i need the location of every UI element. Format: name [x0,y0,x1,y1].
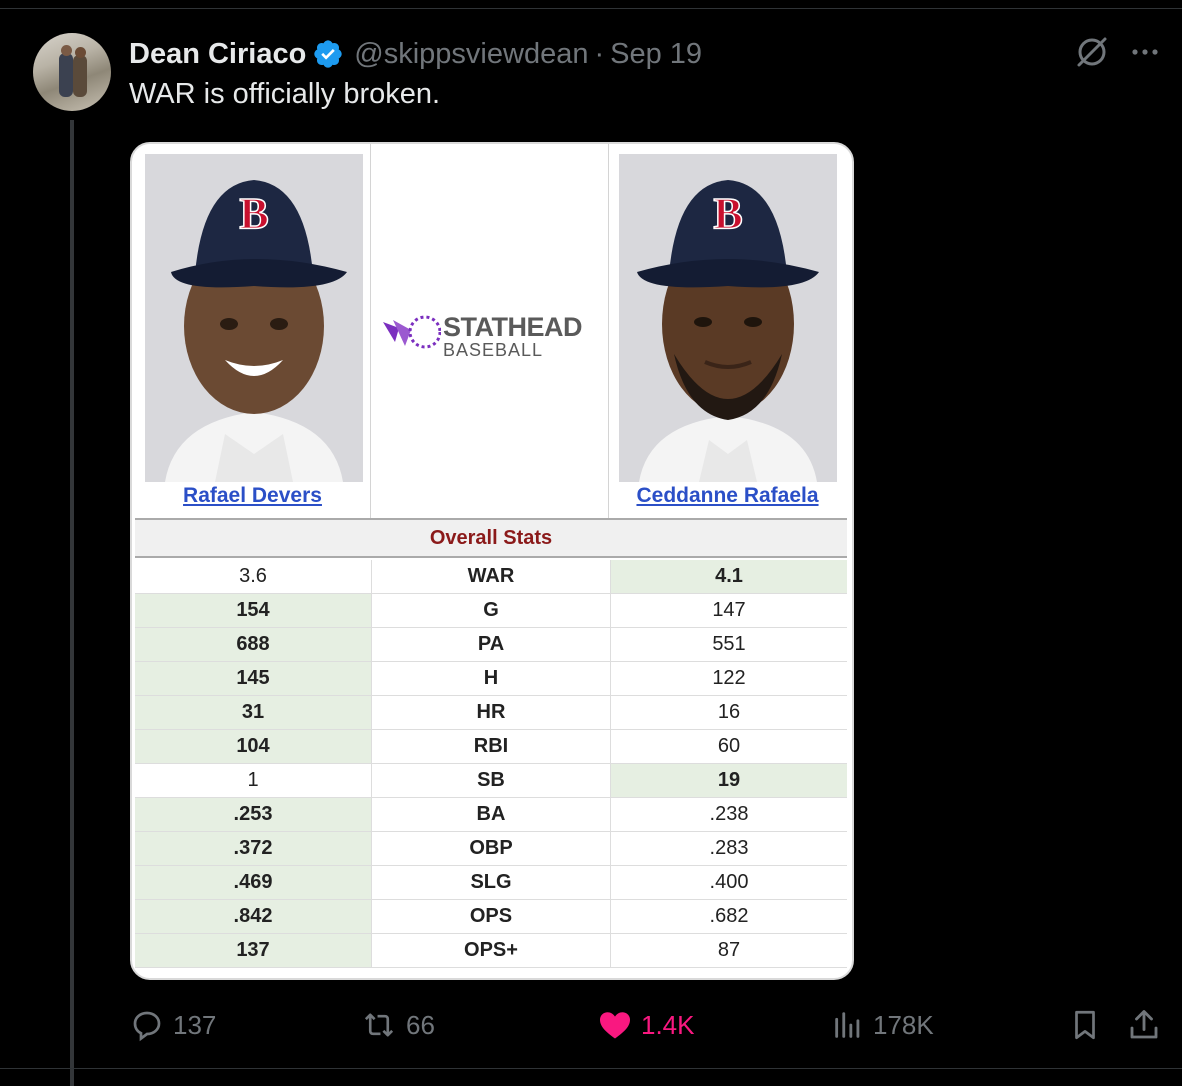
left-player-value: .842 [135,900,372,933]
grok-icon[interactable] [1073,33,1111,71]
stats-table: 3.6 WAR 4.1 154 G 147 688 PA 551 145 H 122 31 HR 16 104… [135,560,847,968]
left-player-column: B Rafael Devers [135,144,371,518]
post-header: Dean Ciriaco @skippsviewdean · Sep 19 [129,34,702,74]
right-player-value: 4.1 [611,560,847,593]
logo-sub-text: BASEBALL [443,340,544,360]
right-player-value: 87 [717,939,741,961]
stathead-logo: STATHEAD BASEBALL [381,308,601,360]
logo-brand-text: STATHEAD [443,312,583,342]
left-player-value: 154 [135,594,372,627]
stat-label: HR [372,696,611,729]
more-options-icon[interactable] [1128,40,1162,64]
stats-row: 145 H 122 [135,662,847,696]
bookmark-icon [1075,1010,1095,1040]
stat-label: OPS+ [372,934,611,967]
right-player-value: 147 [712,599,746,621]
top-divider [0,8,1182,9]
author-handle[interactable]: @skippsviewdean [354,38,588,71]
post-image[interactable]: B Rafael Devers STATHEAD BASEBALL B Cedd… [130,142,854,980]
bottom-divider [0,1068,1182,1069]
separator-dot: · [594,37,605,70]
stats-row: .842 OPS .682 [135,900,847,934]
left-player-value: .372 [135,832,372,865]
share-button[interactable] [1126,1003,1170,1047]
logo-column: STATHEAD BASEBALL [371,144,609,518]
right-player-value: .283 [709,837,749,859]
stats-row: .469 SLG .400 [135,866,847,900]
left-player-value: 145 [135,662,372,695]
left-player-value: 137 [135,934,372,967]
svg-text:B: B [239,189,268,238]
repost-icon [364,1013,394,1037]
left-player-value: .469 [135,866,372,899]
right-player-value: 16 [717,701,741,723]
action-bar: 137 66 1.4K 178K [0,1003,1182,1047]
repost-count: 66 [406,1009,435,1040]
stats-row: 1 SB 19 [135,764,847,798]
stats-row: .372 OBP .283 [135,832,847,866]
like-button[interactable]: 1.4K [597,1003,695,1047]
right-player-value: .400 [709,871,749,893]
views-icon [835,1012,860,1038]
stat-label: OPS [372,900,611,933]
right-player-value: 60 [717,735,741,757]
reply-button[interactable]: 137 [129,1003,216,1047]
post-text: WAR is officially broken. [129,78,441,110]
stathead-logo-icon [383,315,442,349]
right-player-column: B Ceddanne Rafaela [609,144,846,518]
left-player-photo: B [145,154,363,482]
share-icon [1130,1010,1158,1039]
stat-label: OBP [372,832,611,865]
left-player-link[interactable]: Rafael Devers [135,484,370,508]
stats-row: 104 RBI 60 [135,730,847,764]
section-title: Overall Stats [135,518,847,558]
reply-icon [133,1011,161,1042]
stat-label: WAR [372,560,611,593]
stats-row: 3.6 WAR 4.1 [135,560,847,594]
right-player-value: 551 [712,633,746,655]
left-player-value: 104 [135,730,372,763]
stats-row: .253 BA .238 [135,798,847,832]
views-count: 178K [873,1009,934,1040]
stat-label: H [372,662,611,695]
thread-line [70,120,74,1086]
left-player-value: 31 [135,696,372,729]
stat-label: SB [372,764,611,797]
bookmark-button[interactable] [1068,1003,1110,1047]
stat-label: G [372,594,611,627]
right-player-link[interactable]: Ceddanne Rafaela [609,484,846,508]
left-player-value: .253 [135,798,372,831]
stat-label: SLG [372,866,611,899]
stats-row: 154 G 147 [135,594,847,628]
left-player-value: 688 [135,628,372,661]
right-player-photo: B [619,154,837,482]
stat-label: BA [372,798,611,831]
avatar[interactable] [33,33,111,111]
author-name[interactable]: Dean Ciriaco [129,38,306,71]
stat-label: RBI [372,730,611,763]
repost-button[interactable]: 66 [360,1003,435,1047]
reply-count: 137 [173,1009,217,1040]
stats-row: 137 OPS+ 87 [135,934,847,968]
left-player-value: 1 [135,764,372,797]
post-date[interactable]: Sep 19 [610,38,702,71]
heart-icon [600,1012,630,1039]
verified-badge-icon [314,40,342,68]
stats-row: 688 PA 551 [135,628,847,662]
stat-label: PA [372,628,611,661]
right-player-value: 122 [712,667,746,689]
right-player-value: .238 [709,803,749,825]
svg-text:B: B [713,189,742,238]
like-count: 1.4K [641,1009,695,1040]
right-player-value: .682 [709,905,749,927]
views-button[interactable]: 178K [831,1003,934,1047]
right-player-value: 19 [611,764,847,797]
stats-row: 31 HR 16 [135,696,847,730]
left-player-value: 3.6 [135,560,372,593]
